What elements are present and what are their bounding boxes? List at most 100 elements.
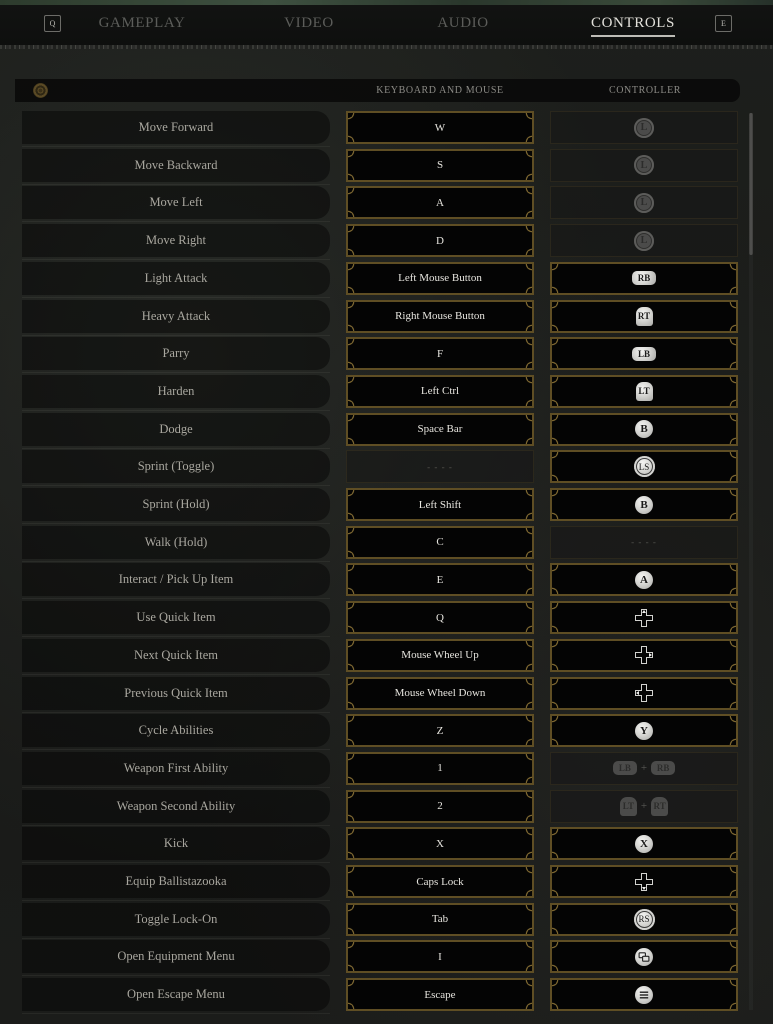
- bindings-table-header: KEYBOARD AND MOUSE CONTROLLER: [15, 79, 740, 102]
- keyboard-binding-cell[interactable]: I: [346, 940, 534, 974]
- keyboard-binding-cell[interactable]: A: [346, 186, 534, 220]
- action-label: Cycle Abilities: [22, 714, 330, 751]
- right-trigger-icon: RT: [651, 796, 669, 816]
- tab-controls[interactable]: CONTROLS: [591, 15, 675, 37]
- glyph-label: RT: [637, 311, 651, 321]
- controller-binding-cell[interactable]: RS: [550, 902, 738, 936]
- keyboard-binding-cell[interactable]: Escape: [346, 978, 534, 1012]
- keyboard-binding-cell[interactable]: Q: [346, 601, 534, 635]
- glyph-label: RS: [638, 914, 650, 925]
- keyboard-binding-cell[interactable]: Mouse Wheel Up: [346, 638, 534, 672]
- unbound-placeholder: - - - -: [427, 461, 453, 472]
- controller-binding-cell[interactable]: LS: [550, 450, 738, 484]
- tab-audio[interactable]: AUDIO: [437, 15, 488, 32]
- keyboard-binding-value: Left Mouse Button: [398, 272, 482, 285]
- controller-binding-cell[interactable]: [550, 676, 738, 710]
- controller-binding-cell[interactable]: B: [550, 412, 738, 446]
- controller-binding-cell[interactable]: Y: [550, 714, 738, 748]
- action-label: Interact / Pick Up Item: [22, 563, 330, 600]
- keyboard-binding-cell[interactable]: Left Shift: [346, 488, 534, 521]
- controller-binding-cell[interactable]: A: [550, 563, 738, 597]
- keyboard-binding-cell[interactable]: E: [346, 563, 534, 597]
- controller-binding-cell[interactable]: [550, 978, 738, 1012]
- controller-binding-cell[interactable]: LT + RT: [550, 789, 738, 823]
- action-label: Previous Quick Item: [22, 676, 330, 713]
- keyboard-binding-cell[interactable]: Mouse Wheel Down: [346, 676, 534, 710]
- controller-binding-cell[interactable]: [550, 865, 738, 898]
- binding-row: Open Escape Menu Escape: [0, 978, 773, 1015]
- keyboard-binding-cell[interactable]: D: [346, 224, 534, 258]
- tab-gameplay[interactable]: GAMEPLAY: [99, 15, 186, 32]
- scrollbar[interactable]: [749, 113, 753, 1010]
- scrollbar-thumb[interactable]: [749, 113, 753, 255]
- keyboard-binding-value: E: [436, 573, 444, 586]
- combo-plus: +: [640, 800, 648, 813]
- controller-binding-cell[interactable]: [550, 638, 738, 672]
- action-label: Move Right: [22, 224, 330, 261]
- keyboard-binding-value: C: [436, 536, 444, 549]
- keyboard-binding-value: Left Ctrl: [420, 385, 460, 398]
- controller-binding-cell[interactable]: RB: [550, 261, 738, 295]
- next-tab-key-hint[interactable]: E: [715, 15, 732, 32]
- controller-binding-cell[interactable]: [550, 601, 738, 635]
- binding-row: Weapon First Ability 1 LB + RB: [0, 751, 773, 788]
- keyboard-binding-value: W: [434, 121, 446, 134]
- controller-binding-cell[interactable]: L: [550, 148, 738, 182]
- settings-tab-bar: Q GAMEPLAY VIDEO AUDIO CONTROLS E: [0, 5, 773, 45]
- keyboard-binding-cell[interactable]: Space Bar: [346, 412, 534, 446]
- controller-binding-cell[interactable]: RT: [550, 299, 738, 333]
- emblem-icon: [33, 83, 48, 98]
- keyboard-binding-cell[interactable]: Tab: [346, 902, 534, 936]
- glyph-label: L: [640, 159, 648, 171]
- keyboard-binding-cell[interactable]: 1: [346, 751, 534, 785]
- controller-binding-cell[interactable]: [550, 940, 738, 974]
- keyboard-binding-cell[interactable]: Left Mouse Button: [346, 261, 534, 295]
- left-bumper-icon: LB: [632, 346, 656, 361]
- controller-binding-cell[interactable]: L: [550, 224, 738, 258]
- b-button-icon: B: [635, 420, 653, 439]
- glyph-label: LT: [638, 386, 650, 397]
- controller-binding-cell[interactable]: - - - -: [550, 525, 738, 559]
- controller-binding-cell[interactable]: X: [550, 827, 738, 861]
- keyboard-binding-cell[interactable]: Caps Lock: [346, 865, 534, 898]
- bindings-list: Move Forward W L Move Backward S L Move Left A L…: [0, 111, 773, 1015]
- keyboard-binding-cell[interactable]: S: [346, 148, 534, 182]
- action-label: Dodge: [22, 412, 330, 449]
- action-label: Light Attack: [22, 261, 330, 298]
- b-button-icon: B: [635, 495, 653, 514]
- binding-row: Previous Quick Item Mouse Wheel Down: [0, 676, 773, 713]
- left-stick-icon: L: [634, 192, 654, 213]
- binding-row: Move Left A L: [0, 186, 773, 223]
- keyboard-binding-cell[interactable]: Z: [346, 714, 534, 748]
- keyboard-binding-value: Mouse Wheel Down: [394, 687, 486, 699]
- keyboard-binding-cell[interactable]: 2: [346, 789, 534, 823]
- keyboard-binding-cell[interactable]: C: [346, 525, 534, 559]
- glyph-label: LB: [637, 348, 650, 359]
- x-button-icon: X: [635, 834, 653, 853]
- controller-binding-cell[interactable]: LT: [550, 374, 738, 408]
- action-label: Move Left: [22, 186, 330, 223]
- controller-binding-cell[interactable]: L: [550, 186, 738, 220]
- binding-row: Move Backward S L: [0, 148, 773, 185]
- binding-row: Sprint (Hold) Left Shift B: [0, 488, 773, 524]
- action-label: Heavy Attack: [22, 299, 330, 336]
- keyboard-binding-cell[interactable]: X: [346, 827, 534, 861]
- keyboard-binding-cell[interactable]: F: [346, 337, 534, 371]
- dpad-up-icon: [634, 608, 654, 628]
- prev-tab-key-hint[interactable]: Q: [44, 15, 61, 32]
- action-label: Equip Ballistazooka: [22, 865, 330, 901]
- keyboard-binding-value: Escape: [424, 988, 456, 1001]
- controller-binding-cell[interactable]: B: [550, 488, 738, 521]
- glyph-label: LS: [638, 461, 650, 472]
- tab-video[interactable]: VIDEO: [284, 15, 334, 32]
- controller-binding-cell[interactable]: LB + RB: [550, 751, 738, 785]
- glyph-label: A: [640, 573, 648, 586]
- keyboard-binding-cell[interactable]: W: [346, 111, 534, 144]
- glyph-label: RB: [656, 763, 670, 774]
- controller-binding-cell[interactable]: L: [550, 111, 738, 144]
- action-label: Walk (Hold): [22, 525, 330, 562]
- controller-binding-cell[interactable]: LB: [550, 337, 738, 371]
- keyboard-binding-cell[interactable]: Right Mouse Button: [346, 299, 534, 333]
- keyboard-binding-cell[interactable]: - - - -: [346, 450, 534, 484]
- keyboard-binding-cell[interactable]: Left Ctrl: [346, 374, 534, 408]
